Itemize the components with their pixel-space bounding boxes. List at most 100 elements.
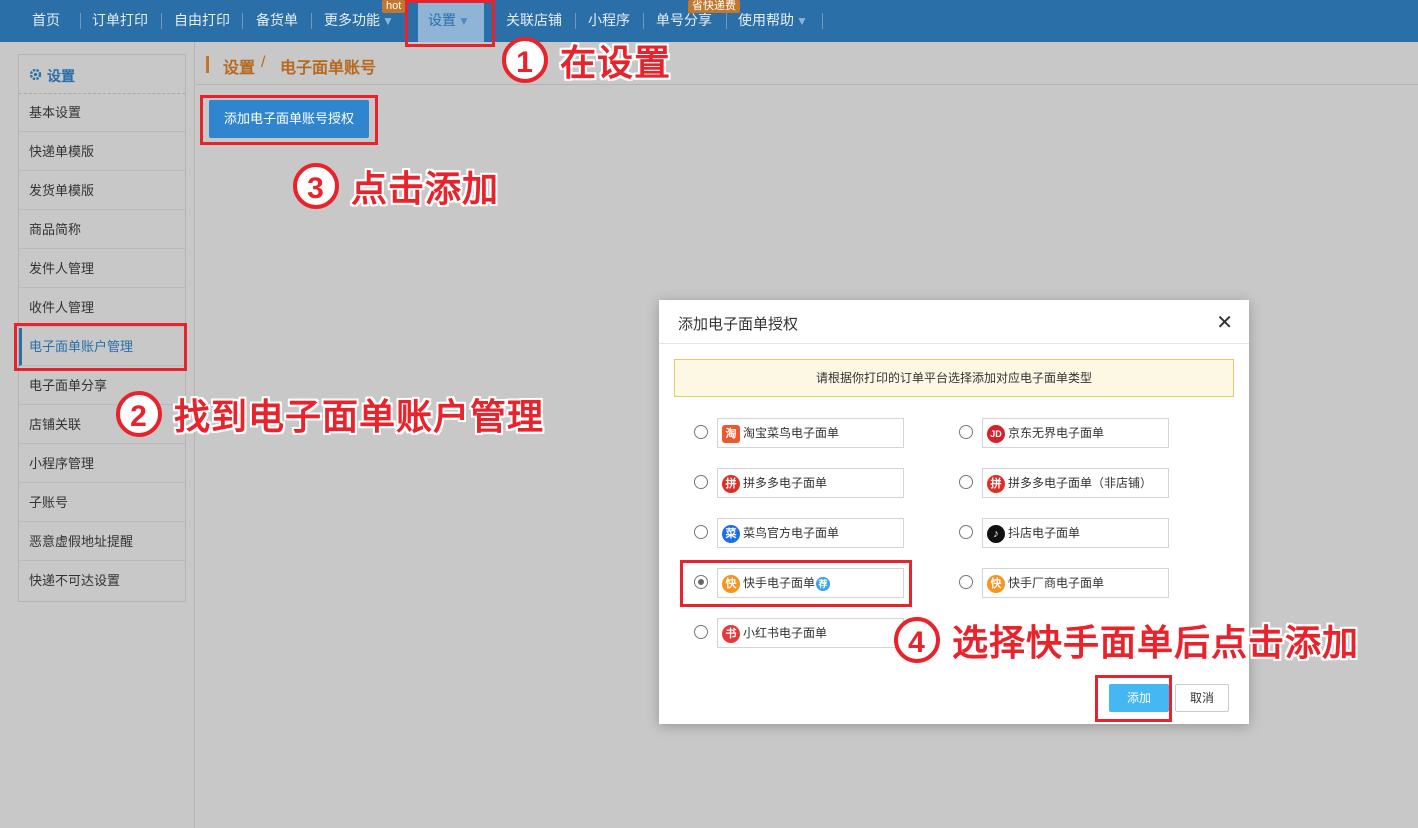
dialog-title: 添加电子面单授权 [678,316,799,333]
annotation-text: 选择快手面单后点击添加 [952,622,1360,663]
nav-divider [575,13,576,29]
douyin-logo-icon: ♪ [987,524,1005,543]
sidebar-heading-label: 设置 [47,68,75,84]
pinduoduo-logo-icon: 拼 [722,474,740,493]
highlight-add-button [200,95,378,145]
radio-button[interactable] [694,425,708,439]
radio-button[interactable] [959,475,973,489]
sidebar-item-mini-program[interactable]: 小程序管理 [19,445,185,483]
option-label-box[interactable]: 书小红书电子面单 [717,618,904,648]
annotation-step-4: 4 选择快手面单后点击添加 [894,614,1359,666]
sidebar-item-express-template[interactable]: 快递单模版 [19,133,185,171]
option-label: 小红书电子面单 [743,626,828,640]
nav-free-print[interactable]: 自由打印 [174,0,230,42]
annotation-step-3: 3 点击添加 [293,160,499,212]
nav-more-label: 更多功能 [324,12,380,28]
option-pinduoduo-non-shop[interactable]: 拼拼多多电子面单（非店铺） [959,468,1169,498]
radio-button[interactable] [959,425,973,439]
nav-stock-list[interactable]: 备货单 [256,0,298,42]
top-nav: 首页 订单打印 自由打印 备货单 更多功能 ▼ hot 设置 ▼ 关联店铺 小程序 … [0,0,1418,42]
sidebar-heading: 设置 [19,55,185,94]
option-label-box[interactable]: JD 京东无界电子面单 [982,418,1169,448]
annotation-text: 点击添加 [351,168,500,209]
nav-help-label: 使用帮助 [738,12,794,28]
nav-home[interactable]: 首页 [32,0,60,42]
step-number: 2 [116,391,162,437]
chevron-down-icon: ▼ [382,14,394,28]
annotation-text: 在设置 [560,42,672,83]
chevron-down-icon: ▼ [796,14,808,28]
xiaohongshu-logo-icon: 书 [722,624,740,643]
nav-divider [643,13,644,29]
option-label-box[interactable]: 淘淘宝菜鸟电子面单 [717,418,904,448]
close-icon[interactable]: ✕ [1216,310,1233,335]
highlight-waybill-accounts [14,323,187,371]
option-label-box[interactable]: ♪ 抖店电子面单 [982,518,1169,548]
option-kuaishou-vendor[interactable]: 快快手厂商电子面单 [959,568,1169,598]
option-label: 拼多多电子面单（非店铺） [1008,476,1153,490]
breadcrumb: 设置 / 电子面单账号 [196,44,1418,85]
nav-divider [161,13,162,29]
notice-banner: 请根据你打印的订单平台选择添加对应电子面单类型 [674,359,1234,397]
annotation-text: 找到电子面单账户管理 [174,396,545,437]
annotation-step-1: 1 在设置 [502,34,671,86]
nav-divider [822,13,823,29]
taobao-logo-icon: 淘 [722,424,740,443]
sidebar-item-product-alias[interactable]: 商品简称 [19,211,185,249]
option-douyin[interactable]: ♪ 抖店电子面单 [959,518,1169,548]
pinduoduo-logo-icon: 拼 [987,474,1005,493]
option-label: 淘宝菜鸟电子面单 [743,426,840,440]
option-label: 拼多多电子面单 [743,476,828,490]
nav-divider [726,13,727,29]
sidebar-item-fake-address[interactable]: 恶意虚假地址提醒 [19,523,185,561]
gear-icon [29,68,42,81]
breadcrumb-current: 电子面单账号 [280,60,377,77]
breadcrumb-accent [206,56,209,73]
highlight-dialog-add-button [1095,675,1172,722]
sidebar-item-delivery-template[interactable]: 发货单模版 [19,172,185,210]
option-cainiao-official[interactable]: 菜菜鸟官方电子面单 [694,518,904,548]
dialog-cancel-button[interactable]: 取消 [1175,684,1229,712]
option-label-box[interactable]: 拼拼多多电子面单（非店铺） [982,468,1169,498]
sidebar-item-sub-accounts[interactable]: 子账号 [19,484,185,522]
nav-order-print[interactable]: 订单打印 [92,0,148,42]
save-shipping-badge: 省快递费 [688,0,740,13]
radio-button[interactable] [694,625,708,639]
cainiao-logo-icon: 菜 [722,524,740,543]
nav-help[interactable]: 使用帮助 ▼ [738,0,808,42]
sidebar-item-receiver[interactable]: 收件人管理 [19,289,185,327]
step-number: 4 [894,617,940,663]
sidebar-item-sender[interactable]: 发件人管理 [19,250,185,288]
nav-divider [80,13,81,29]
option-label-box[interactable]: 菜菜鸟官方电子面单 [717,518,904,548]
sidebar-item-basic-settings[interactable]: 基本设置 [19,94,185,132]
option-label: 菜鸟官方电子面单 [743,526,840,540]
option-label: 抖店电子面单 [1008,526,1081,540]
option-label: 快手厂商电子面单 [1008,576,1105,590]
option-taobao-cainiao[interactable]: 淘淘宝菜鸟电子面单 [694,418,904,448]
option-jd[interactable]: JD 京东无界电子面单 [959,418,1169,448]
jd-logo-icon: JD [987,424,1005,443]
option-label-box[interactable]: 快快手厂商电子面单 [982,568,1169,598]
breadcrumb-root[interactable]: 设置 [223,54,255,78]
dialog-divider [659,343,1249,344]
highlight-kuaishou-option [680,560,912,607]
option-pinduoduo[interactable]: 拼拼多多电子面单 [694,468,904,498]
option-xiaohongshu[interactable]: 书小红书电子面单 [694,618,904,648]
option-label-box[interactable]: 拼拼多多电子面单 [717,468,904,498]
radio-button[interactable] [694,475,708,489]
nav-divider [311,13,312,29]
step-number: 1 [502,37,548,83]
radio-button[interactable] [959,575,973,589]
hot-badge: hot [382,0,406,13]
annotation-step-2: 2 找到电子面单账户管理 [116,388,544,440]
highlight-settings-nav [405,0,495,47]
radio-button[interactable] [694,525,708,539]
radio-button[interactable] [959,525,973,539]
breadcrumb-separator: / [261,54,266,71]
sidebar-item-unreachable[interactable]: 快递不可达设置 [19,562,185,600]
step-number: 3 [293,163,339,209]
nav-divider [242,13,243,29]
option-label: 京东无界电子面单 [1008,426,1105,440]
kuaishou-logo-icon: 快 [987,574,1005,593]
